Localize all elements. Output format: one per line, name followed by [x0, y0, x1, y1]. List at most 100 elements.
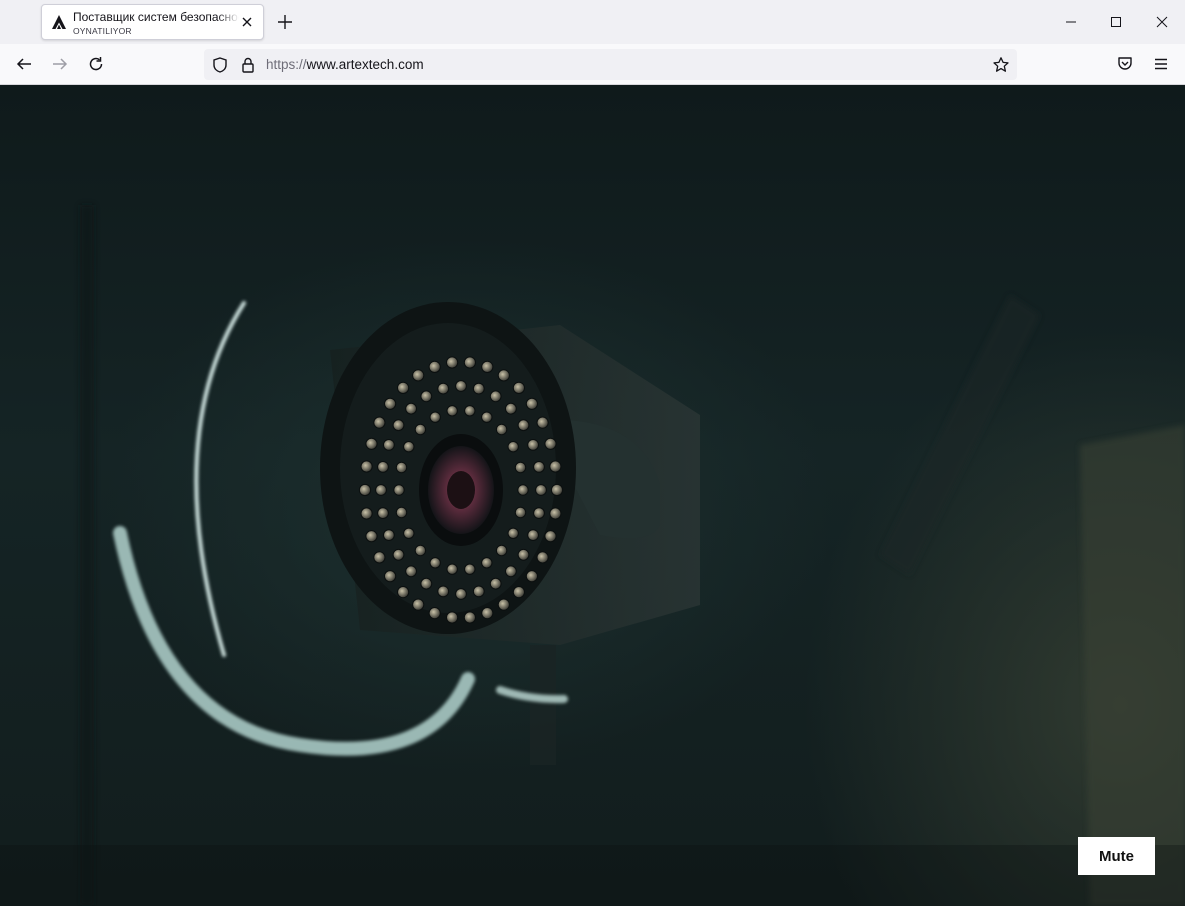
ir-led	[549, 460, 562, 473]
ir-led	[446, 563, 458, 575]
ir-led	[505, 565, 517, 578]
maximize-button[interactable]	[1093, 0, 1139, 44]
ir-led	[544, 530, 557, 543]
ir-led	[512, 586, 526, 599]
ir-led	[463, 611, 476, 624]
ir-led	[455, 380, 467, 392]
ir-led	[429, 411, 441, 423]
minimize-icon	[1066, 21, 1076, 23]
ir-led	[405, 402, 418, 415]
ir-led	[517, 484, 529, 496]
ir-led	[405, 565, 418, 578]
url-host: www.artextech.com	[306, 57, 424, 72]
url-bar[interactable]: https://www.artextech.com	[204, 49, 1017, 80]
ir-led	[507, 441, 519, 453]
ir-led	[392, 548, 405, 561]
ir-led	[365, 437, 378, 450]
ir-led	[428, 607, 441, 620]
ir-led	[533, 507, 545, 520]
ir-led	[437, 585, 450, 598]
plus-icon[interactable]	[275, 12, 295, 32]
reload-button[interactable]	[84, 52, 108, 76]
ir-led	[377, 507, 389, 520]
ir-led	[497, 598, 510, 611]
ir-led	[358, 483, 372, 497]
ir-led	[384, 570, 397, 583]
window-close-icon	[1156, 16, 1168, 28]
ir-led	[397, 381, 410, 394]
mute-button[interactable]: Mute	[1078, 837, 1155, 875]
ir-led	[446, 611, 459, 624]
ir-led	[375, 484, 387, 496]
url-text[interactable]: https://www.artextech.com	[266, 57, 424, 72]
ir-led	[360, 460, 373, 473]
pocket-icon	[1118, 57, 1132, 70]
ir-led	[437, 382, 450, 395]
ir-led	[495, 423, 508, 436]
ir-led	[464, 563, 476, 575]
hero-video[interactable]: Mute	[0, 85, 1185, 906]
ir-led	[428, 360, 441, 373]
ir-led	[395, 461, 408, 474]
close-icon[interactable]	[239, 14, 255, 30]
reload-icon	[89, 57, 103, 71]
ir-led	[514, 461, 527, 474]
ir-led	[489, 577, 502, 590]
pocket-button[interactable]	[1113, 52, 1137, 76]
ir-led	[384, 397, 397, 410]
url-protocol: https://	[266, 57, 307, 72]
ir-led	[464, 405, 476, 417]
ir-led	[420, 390, 433, 403]
forward-arrow-icon	[53, 58, 68, 70]
ir-led	[481, 557, 493, 569]
ir-led	[535, 484, 547, 496]
tab-strip: Поставщик систем безопасности OYNATILIYO…	[0, 0, 1185, 44]
back-button[interactable]	[12, 52, 36, 76]
ir-led	[403, 441, 415, 453]
ir-led	[517, 548, 530, 561]
ir-led	[412, 369, 425, 382]
browser-tab[interactable]: Поставщик систем безопасности OYNATILIYO…	[41, 4, 264, 40]
ir-led	[512, 381, 526, 394]
ir-led	[393, 484, 405, 496]
ir-led	[527, 529, 539, 542]
ir-led	[536, 416, 549, 429]
back-arrow-icon	[16, 58, 31, 70]
window-close-button[interactable]	[1139, 0, 1185, 44]
ir-led	[549, 507, 562, 520]
ir-led	[472, 382, 485, 395]
ir-led	[414, 423, 427, 436]
ir-led	[489, 390, 502, 403]
ir-led	[403, 527, 415, 539]
security-camera-image	[0, 205, 1185, 906]
ir-led	[550, 483, 564, 497]
ir-led	[536, 551, 549, 564]
ir-led	[373, 416, 386, 429]
menu-button[interactable]	[1149, 52, 1173, 76]
ir-led	[392, 419, 405, 432]
maximize-icon	[1111, 17, 1121, 27]
tab-playing-label: OYNATILIYOR	[73, 26, 132, 36]
minimize-button[interactable]	[1048, 0, 1094, 44]
ir-led	[429, 557, 441, 569]
ir-led	[446, 356, 459, 369]
ir-led	[420, 577, 433, 590]
shield-icon[interactable]	[211, 56, 229, 74]
ir-led	[481, 411, 493, 423]
artex-logo-icon	[52, 15, 66, 29]
forward-button[interactable]	[48, 52, 72, 76]
ir-led	[472, 585, 485, 598]
ir-led	[412, 598, 425, 611]
ir-led	[525, 570, 539, 583]
ir-led	[463, 356, 476, 369]
lock-icon[interactable]	[239, 56, 257, 74]
ir-led	[373, 551, 386, 564]
ir-led	[383, 439, 395, 451]
ir-led	[544, 437, 557, 450]
ir-led	[360, 507, 373, 520]
ir-led	[495, 544, 508, 557]
star-icon[interactable]	[992, 56, 1010, 74]
ir-led	[505, 402, 517, 415]
ir-led	[397, 586, 410, 599]
ir-led	[455, 588, 467, 600]
